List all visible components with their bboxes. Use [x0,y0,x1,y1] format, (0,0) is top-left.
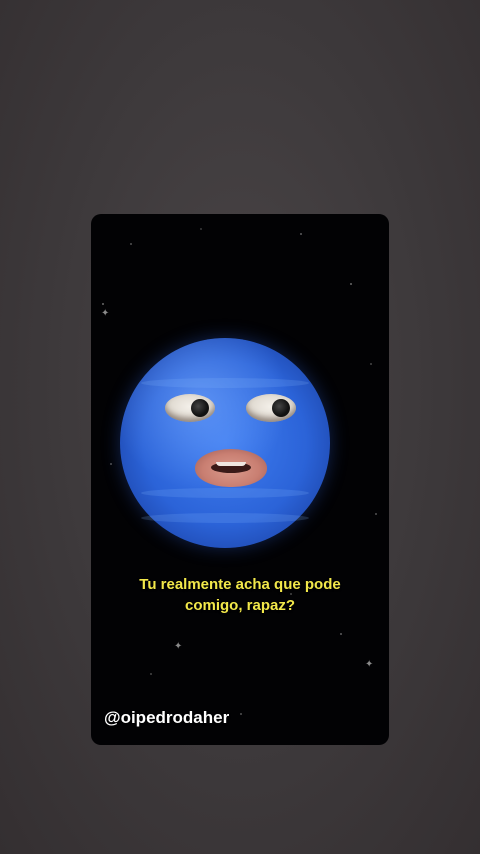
planet-band [141,513,309,523]
subtitle-line-2: comigo, rapaz? [184,597,296,614]
sparkle-star-icon: ✦ [174,641,183,652]
mouth-opening [211,462,251,473]
sparkle-star-icon: ✦ [101,308,110,319]
creator-handle[interactable]: @oipedrodaher [104,708,229,728]
planet-band [141,378,309,388]
sparkle-star-icon: ✦ [365,659,374,670]
subtitle-line-1: Tu realmente acha que pode [139,576,341,593]
planet-band [141,488,309,498]
video-subtitle: Tu realmente acha que pode comigo, rapaz… [101,574,379,616]
neptune-planet [120,338,330,548]
video-player[interactable]: ✦ ✦ ✦ Tu realmente acha que pode comigo,… [91,214,389,745]
mouth [195,449,267,487]
left-pupil [191,399,209,417]
left-eye [165,394,215,422]
right-pupil [272,399,290,417]
story-viewer-screen: ✦ ✦ ✦ Tu realmente acha que pode comigo,… [0,0,480,854]
right-eye [246,394,296,422]
teeth [216,462,246,466]
